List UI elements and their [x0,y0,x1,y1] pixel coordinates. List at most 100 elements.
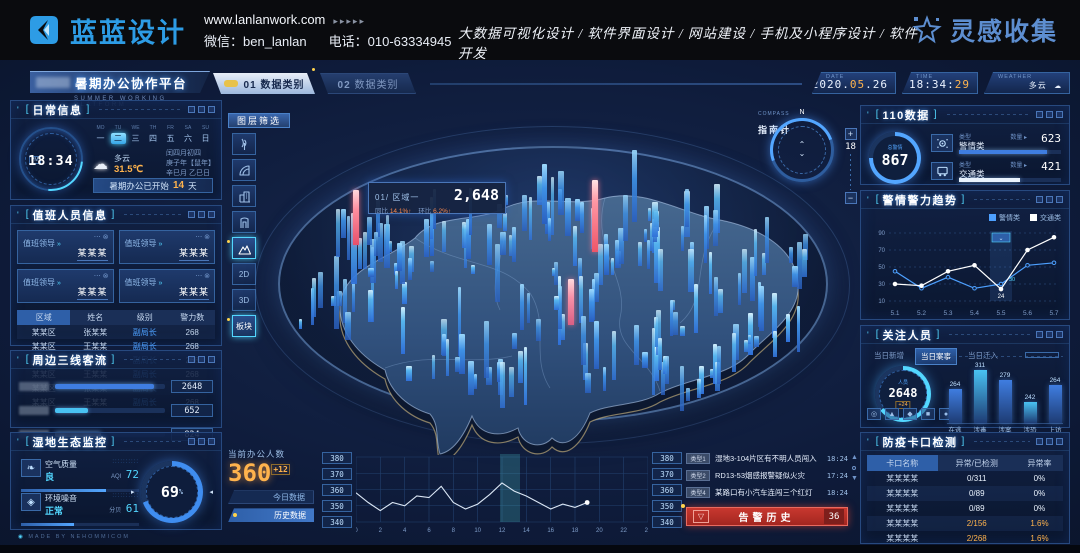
total-alarm-gauge: 总警情 867 [869,132,921,184]
office-chart-y-axis-left: 380370360350340 [322,452,352,528]
weekday-su: SU日 [198,125,213,144]
panel-title: 日常信息 [33,102,83,118]
svg-text:6: 6 [427,528,431,534]
weekday-fr: FR五 [163,125,178,144]
y-tick: 380 [322,452,352,464]
panel-control-icons[interactable] [1036,196,1063,203]
table-header: 卡口名称异常/已检测异常率 [867,455,1063,471]
lunar-calendar: 闰四月初四庚子年【鼠年】辛巳月 乙巳日 [166,149,215,179]
panel-title: 110数据 [883,107,930,123]
svg-text:70: 70 [878,248,885,254]
alert-item[interactable]: 类型2RD13-53烟感报警疑似火灾17:24 [686,467,848,484]
weather-widget: WEATHER 多云 ☁ [984,72,1070,94]
scroll-dot-icon[interactable] [852,466,856,470]
arrows-decoration: ▸▸▸▸▸ [333,16,366,26]
focus-category-icon-1[interactable]: ◎ [867,408,881,420]
zoom-level: 18 [845,142,856,152]
svg-text:30: 30 [1009,277,1015,283]
tab-data-category-1[interactable]: 01 数据类别 [213,73,315,94]
focus-bar: 279涉案 [997,362,1013,423]
site-url[interactable]: www.lanlanwork.com [204,12,325,27]
panel-control-icons[interactable] [188,106,215,113]
panel-control-icons[interactable] [1036,331,1063,338]
y-tick: 350 [322,500,352,512]
scroll-up-icon[interactable]: ▲ [851,454,858,461]
map-3d[interactable]: 01/ 区域一 2,648 同比 14.1%↑ 环比 6.2%↑ COMPASS… [250,100,855,455]
table-row: 某某某某2/1561.6% [867,516,1063,531]
alert-item[interactable]: 类型1湿地3-104片区有不明人员闯入18:24 [686,450,848,467]
weekday-sa: SA六 [181,125,196,144]
history-data-button[interactable]: 历史数据 [228,508,314,522]
svg-text:5.7: 5.7 [1049,310,1058,317]
duty-leader-card[interactable]: 值班领导»⋯ ⊗某某某 [119,230,216,264]
office-count-value: 360+12 [228,460,320,486]
checkpoint-table: 卡口名称异常/已检测异常率某某某某0/3110%某某某某0/890%某某某某0/… [861,455,1069,546]
duty-leader-card[interactable]: 值班领导»⋯ ⊗某某某 [17,269,114,303]
inspiration-collect-label: 灵感收集 [950,12,1058,48]
panel-110-data: '[110数据] 总警情 867 类型警情类数量 ▸623类型交通类数量 ▸42… [860,105,1070,185]
panel-control-icons[interactable] [1036,438,1063,445]
alarm-type-item: 类型交通类数量 ▸421 [931,160,1061,184]
focus-bar: 264在逃 [947,362,963,423]
dashboard: 暑期办公协作平台 SUMMER WORKING PLATFORM 01 数据类别… [0,60,1080,553]
svg-text:5.2: 5.2 [917,310,926,317]
camera-icon [931,134,953,152]
y-tick: 340 [652,516,682,528]
focus-category-icon-4[interactable]: ■ [921,408,935,420]
noise-icon: ◈ [21,493,41,511]
svg-text:5.3: 5.3 [943,310,952,317]
svg-text:⌄: ⌄ [998,236,1003,242]
lanlan-logo-icon [26,12,62,48]
map-tooltip: 01/ 区域一 2,648 同比 14.1%↑ 环比 6.2%↑ [368,182,506,214]
svg-text:0: 0 [356,528,358,534]
focus-tab-1[interactable]: 当日新增 [869,348,909,365]
focus-category-icon-3[interactable]: ◆ [903,408,917,420]
svg-text:2: 2 [379,528,383,534]
platform-title: 暑期办公协作平台 SUMMER WORKING PLATFORM [30,71,210,101]
svg-text:5.6: 5.6 [1023,310,1032,317]
y-tick: 350 [652,500,682,512]
panel-daily-info: '[日常信息] PM 18:34 MO一TU二WE三TH四FR五SA六SU日 ☁… [10,100,222,200]
air-quality-item: ❧ 空气质量 良 ::::::::::AQI 72 [21,459,139,492]
svg-text:10: 10 [474,528,481,534]
today-data-button[interactable]: 今日数据 [228,490,314,504]
logo[interactable]: 蓝蓝设计 [26,11,186,50]
scroll-down-icon[interactable]: ▼ [851,475,858,482]
topbar-divider [430,83,802,85]
duty-leader-card[interactable]: 值班领导»⋯ ⊗某某某 [17,230,114,264]
weekday-we: WE三 [128,125,143,144]
svg-text:24: 24 [998,294,1005,300]
y-tick: 360 [652,484,682,496]
table-header: 区域姓名级别警力数 [17,310,215,325]
focus-bar: 264上访 [1047,362,1063,423]
table-row: 某某某某2/2681.6% [867,531,1063,546]
svg-text:12: 12 [499,528,506,534]
map-zoom-control: + 18 − [844,128,857,204]
duty-leader-card[interactable]: 值班领导»⋯ ⊗某某某 [119,269,216,303]
panel-control-icons[interactable] [188,438,215,445]
panel-control-icons[interactable] [1036,111,1063,118]
zoom-in-button[interactable]: + [845,128,857,140]
cloud-icon: ☁ [1054,78,1062,91]
focus-category-icon-2[interactable]: ▲ [885,408,899,420]
alert-history-button[interactable]: ▽ 告警历史 36 [686,507,848,526]
zoom-track[interactable] [850,154,851,190]
redacted-title-prefix [36,77,70,88]
y-tick: 370 [652,468,682,480]
zoom-out-button[interactable]: − [845,192,857,204]
chart-mini-slider[interactable] [1025,352,1059,358]
svg-text:18: 18 [572,528,579,534]
panel-duty-personnel: '[值班人员信息] 值班领导»⋯ ⊗某某某值班领导»⋯ ⊗某某某值班领导»⋯ ⊗… [10,205,222,346]
weekday-mo: MO一 [93,125,108,144]
clock-widget: PM 18:34 [19,127,83,191]
panel-control-icons[interactable] [188,211,215,218]
site-info: www.lanlanwork.com▸▸▸▸▸ 微信：ben_lanlan电话：… [204,8,451,52]
tab-data-category-2[interactable]: 02 数据类别 [320,73,416,94]
alert-item[interactable]: 类型4某路口有小汽车连闯三个红灯18:24 [686,484,848,501]
weather-text: 多云 [114,153,143,164]
svg-text:30: 30 [878,282,885,288]
svg-text:24: 24 [645,528,648,534]
focus-bar: 311涉毒 [972,362,988,423]
inspiration-collect[interactable]: 灵感收集 [912,12,1058,48]
panel-control-icons[interactable] [188,356,215,363]
